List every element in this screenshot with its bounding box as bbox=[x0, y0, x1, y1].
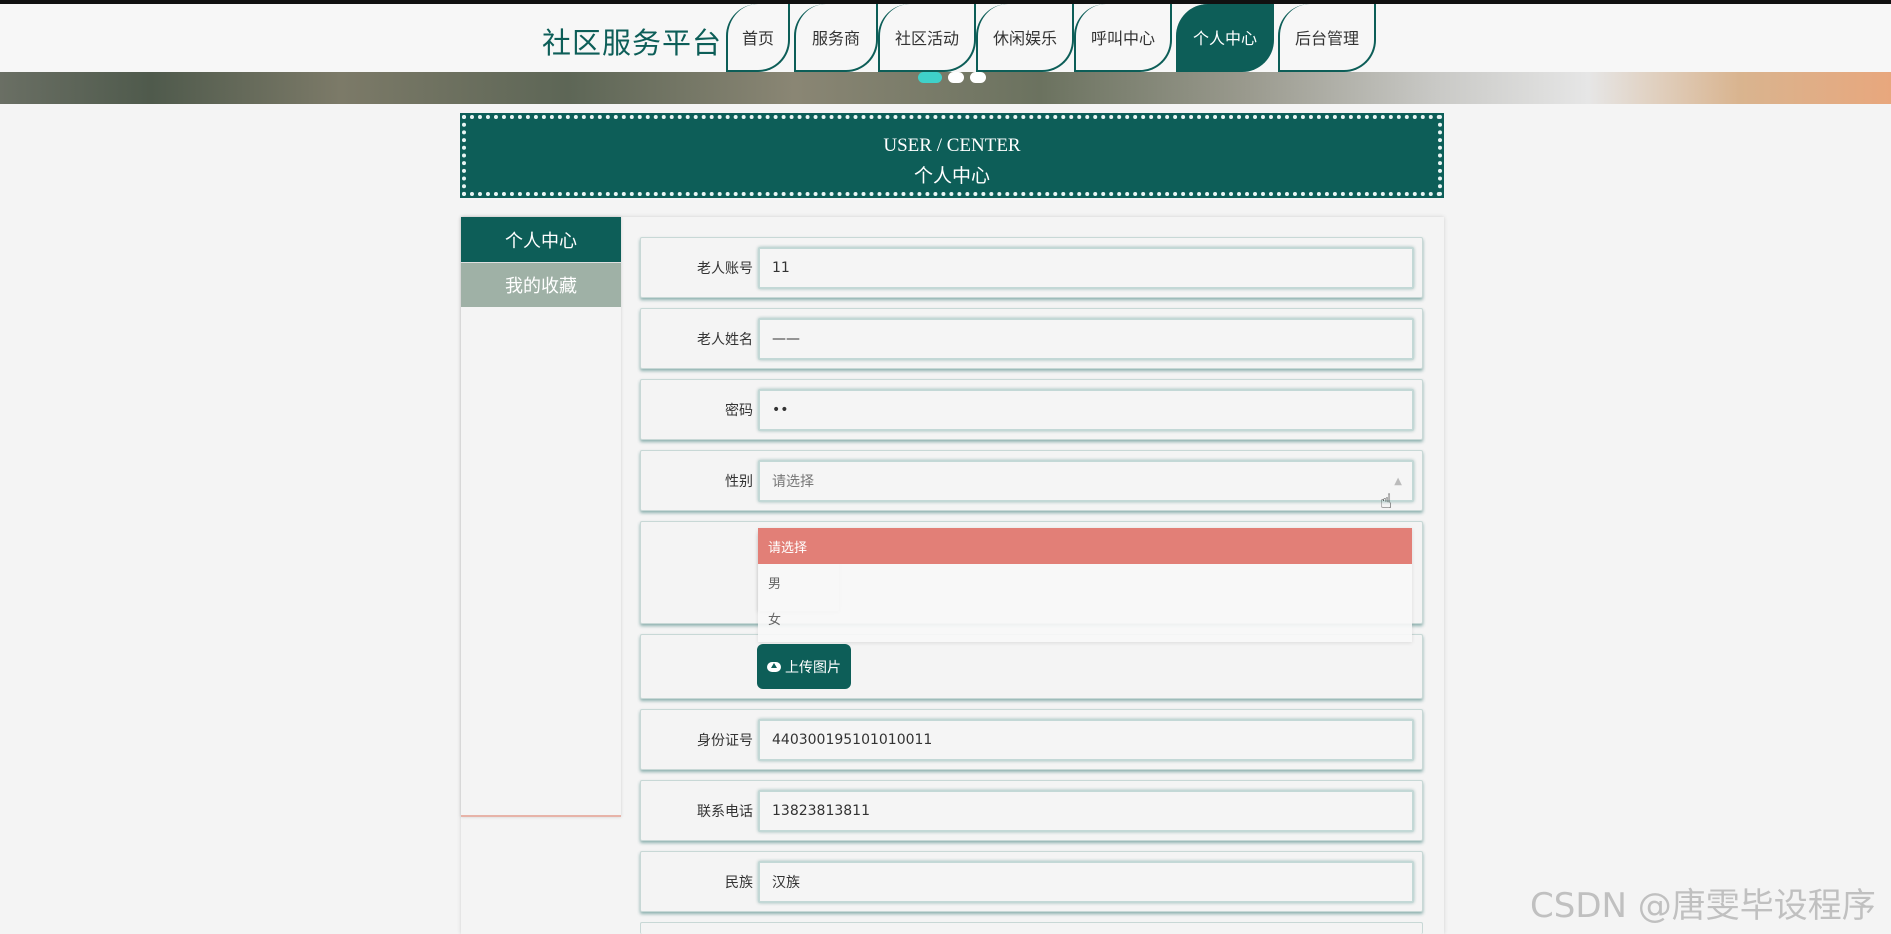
idcard-label: 身份证号 bbox=[697, 732, 753, 749]
header: 社区服务平台 首页 服务商 社区活动 休闲娱乐 呼叫中心 个人中心 后台管理 bbox=[0, 4, 1891, 72]
sidebar: 个人中心 我的收藏 bbox=[461, 217, 621, 817]
upload-image-label: 上传图片 bbox=[785, 659, 841, 676]
gender-select-value: 请选择 bbox=[772, 474, 814, 490]
form-row-name: 老人姓名 —— bbox=[640, 308, 1423, 369]
ethnicity-label: 民族 bbox=[725, 874, 753, 891]
gender-option-male[interactable]: 男 bbox=[758, 564, 1412, 600]
chevron-up-icon: ▲ bbox=[1394, 476, 1402, 487]
carousel-dot-1[interactable] bbox=[918, 72, 942, 83]
hand-cursor-icon: ☝ bbox=[1380, 489, 1393, 513]
form-row-gender: 性别 请选择 ▲ bbox=[640, 450, 1423, 511]
form-row-next bbox=[640, 922, 1423, 934]
name-input[interactable]: —— bbox=[758, 318, 1414, 360]
page-title-en: USER / CENTER bbox=[883, 135, 1021, 156]
password-label: 密码 bbox=[725, 402, 753, 419]
gender-option-placeholder[interactable]: 请选择 bbox=[758, 528, 1412, 564]
upload-image-button[interactable]: 上传图片 bbox=[757, 644, 851, 689]
sidebar-item-favorites[interactable]: 我的收藏 bbox=[461, 262, 621, 307]
carousel-dot-2[interactable] bbox=[948, 72, 964, 83]
page-title-box: USER / CENTER 个人中心 bbox=[460, 113, 1444, 198]
form-row-ethnicity: 民族 汉族 bbox=[640, 851, 1423, 912]
gender-option-female[interactable]: 女 bbox=[758, 600, 1412, 636]
gender-dropdown: 请选择 男 女 bbox=[758, 528, 1412, 642]
phone-input[interactable]: 13823813811 bbox=[758, 790, 1414, 832]
password-input[interactable]: •• bbox=[758, 389, 1414, 431]
form-row-phone: 联系电话 13823813811 bbox=[640, 780, 1423, 841]
page-title-cn: 个人中心 bbox=[913, 166, 990, 187]
account-input[interactable]: 11 bbox=[758, 247, 1414, 289]
phone-label: 联系电话 bbox=[697, 803, 753, 820]
gender-label: 性别 bbox=[725, 473, 753, 490]
nav-user-center[interactable]: 个人中心 bbox=[1176, 4, 1274, 72]
name-label: 老人姓名 bbox=[697, 331, 753, 348]
nav-providers[interactable]: 服务商 bbox=[794, 4, 878, 72]
idcard-input[interactable]: 440300195101010011 bbox=[758, 719, 1414, 761]
gender-select[interactable]: 请选择 ▲ bbox=[758, 460, 1414, 502]
carousel-dot-3[interactable] bbox=[970, 72, 986, 83]
nav-call-center[interactable]: 呼叫中心 bbox=[1074, 4, 1172, 72]
cloud-upload-icon bbox=[767, 661, 781, 672]
form-row-account: 老人账号 11 bbox=[640, 237, 1423, 298]
sidebar-item-user-center[interactable]: 个人中心 bbox=[461, 217, 621, 262]
nav-activities[interactable]: 社区活动 bbox=[878, 4, 976, 72]
ethnicity-input[interactable]: 汉族 bbox=[758, 861, 1414, 903]
nav-home[interactable]: 首页 bbox=[726, 4, 790, 72]
account-label: 老人账号 bbox=[697, 260, 753, 277]
brand-title: 社区服务平台 bbox=[542, 26, 723, 60]
form-row-password: 密码 •• bbox=[640, 379, 1423, 440]
form-row-idcard: 身份证号 440300195101010011 bbox=[640, 709, 1423, 770]
carousel-dots bbox=[918, 72, 986, 84]
watermark: CSDN @唐雯毕设程序 bbox=[1530, 886, 1876, 926]
nav-admin[interactable]: 后台管理 bbox=[1278, 4, 1376, 72]
nav-leisure[interactable]: 休闲娱乐 bbox=[976, 4, 1074, 72]
